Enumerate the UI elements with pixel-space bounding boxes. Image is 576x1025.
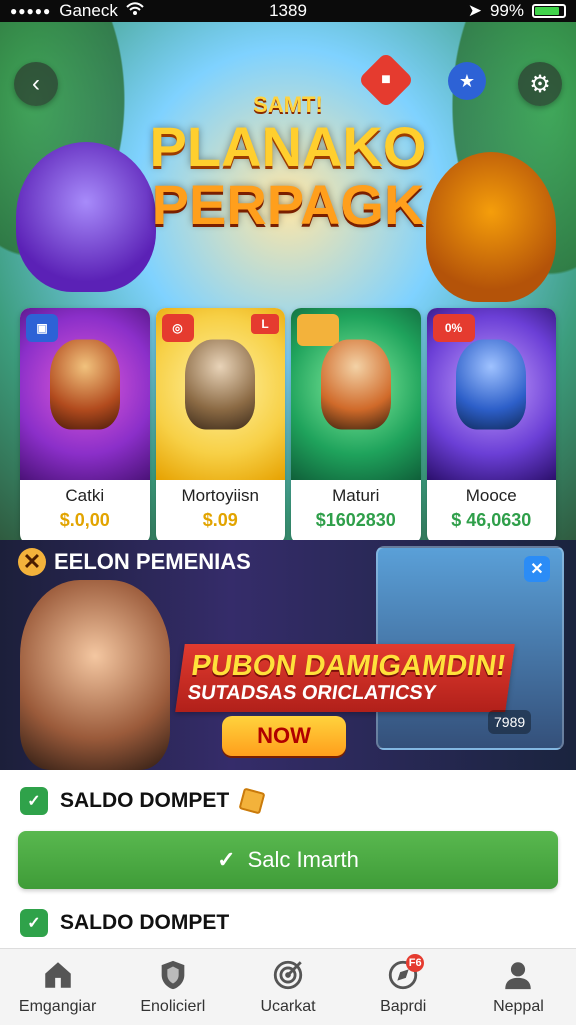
checkbox-checked[interactable]: ✓ <box>20 787 48 815</box>
hero-banner: ‹ ■ ★ ⚙ SAMT! PLANAKO PERPAGK ▣ Catki $.… <box>0 22 576 540</box>
tab-label: Baprdi <box>380 998 427 1015</box>
tab-home[interactable]: Emgangiar <box>0 949 115 1025</box>
promo-counter: 7989 <box>488 710 532 734</box>
character-figure <box>185 339 256 430</box>
corner-badge: L <box>251 314 279 334</box>
shield-icon <box>156 958 190 992</box>
tab-compass[interactable]: F6 Baprdi <box>346 949 461 1025</box>
card-art: ▣ <box>20 308 150 480</box>
bottom-tab-bar: Emgangiar Enolicierl Ucarkat F6 Baprdi N… <box>0 948 576 1025</box>
target-icon: ◎ <box>161 314 194 342</box>
card-mooce[interactable]: 0% Mooce $ 46,0630 <box>426 308 556 540</box>
coin-stack-icon <box>297 314 339 346</box>
card-name: Mooce <box>465 486 517 505</box>
notification-badge: F6 <box>406 954 425 972</box>
character-figure <box>49 339 120 430</box>
hero-title-line2: PERPAGK <box>151 173 425 236</box>
wallet-label: SALDO DOMPET <box>60 789 230 812</box>
confirm-button-label: Salc Imarth <box>247 847 359 872</box>
tab-shield[interactable]: Enolicierl <box>115 949 230 1025</box>
wallet-row-2[interactable]: ✓ SALDO DOMPET <box>20 908 229 938</box>
promo-banner: PUBON DAMIGAMDIN! SUTADSAS ORICLATICSY <box>175 644 515 712</box>
wallet-row-1[interactable]: ✓ SALDO DOMPET <box>20 786 266 816</box>
check-icon: ✓ <box>217 847 236 872</box>
status-right: ➤ 99% <box>468 1 566 21</box>
card-price: $1602830 <box>315 510 396 530</box>
checkbox-checked[interactable]: ✓ <box>20 909 48 937</box>
location-icon: ➤ <box>467 1 482 20</box>
hero-title-line1: PLANAKO <box>149 115 427 178</box>
character-figure <box>320 339 391 430</box>
card-art: ◎ L <box>155 308 285 480</box>
promo-banner-subtitle: SUTADSAS ORICLATICSY <box>186 682 438 704</box>
tab-target[interactable]: Ucarkat <box>230 949 345 1025</box>
close-button[interactable]: ✕ <box>524 556 550 582</box>
card-mortoyiisn[interactable]: ◎ L Mortoyiisn $.09 <box>155 308 285 540</box>
wallet-label: SALDO DOMPET <box>60 911 230 934</box>
card-name: Mortoyiisn <box>181 486 259 505</box>
promo-header: ✕ EELON PEMENIAS <box>18 548 251 576</box>
discount-badge: 0% <box>432 314 475 342</box>
card-catki[interactable]: ▣ Catki $.0,00 <box>20 308 150 540</box>
star-icon: ★ <box>458 70 476 91</box>
card-price: $ 46,0630 <box>451 510 532 530</box>
card-maturi[interactable]: Maturi $1602830 <box>291 308 421 540</box>
card-name: Maturi <box>332 486 380 505</box>
tab-label: Neppal <box>493 998 544 1015</box>
promo-banner-title: PUBON DAMIGAMDIN! <box>189 650 509 682</box>
target-icon <box>271 958 305 992</box>
character-cards: ▣ Catki $.0,00 ◎ L Mortoyiisn $.09 Matur… <box>20 308 556 540</box>
card-name: Catki <box>65 486 105 505</box>
crossed-swords-icon: ✕ <box>18 548 46 576</box>
battery-icon <box>532 4 566 18</box>
compass-icon: F6 <box>386 954 425 992</box>
card-art <box>291 308 421 480</box>
status-bar: ●●●●● Ganeck 1389 ➤ 99% <box>0 0 576 22</box>
character-figure <box>456 339 527 430</box>
card-price: $.0,00 <box>59 510 110 530</box>
promo-section: ✕ EELON PEMENIAS ✕ PUBON DAMIGAMDIN! SUT… <box>0 540 576 770</box>
wallet-section: ✓ SALDO DOMPET ✓ Salc Imarth ✓ SALDO DOM… <box>0 770 576 948</box>
tab-label: Enolicierl <box>140 998 206 1015</box>
cube-icon: ▣ <box>26 314 58 342</box>
title-block: SAMT! PLANAKO PERPAGK <box>0 92 576 234</box>
confirm-button[interactable]: ✓ Salc Imarth <box>18 831 558 889</box>
now-button[interactable]: NOW <box>222 716 346 756</box>
promo-character-girl <box>20 580 170 770</box>
tab-label: Emgangiar <box>18 998 97 1015</box>
card-price: $.09 <box>202 510 238 530</box>
profile-icon <box>501 958 535 992</box>
promo-header-text: EELON PEMENIAS <box>54 549 251 574</box>
battery-percent: 99% <box>489 1 524 20</box>
home-icon <box>41 958 75 992</box>
tab-label: Ucarkat <box>260 998 316 1015</box>
card-art: 0% <box>426 308 556 480</box>
tab-profile[interactable]: Neppal <box>461 949 576 1025</box>
coin-icon <box>238 787 266 815</box>
